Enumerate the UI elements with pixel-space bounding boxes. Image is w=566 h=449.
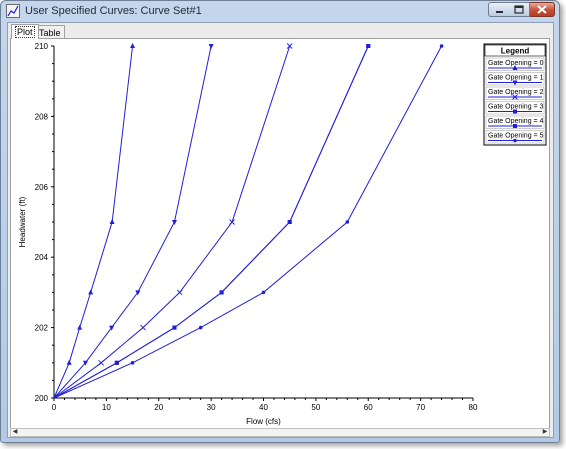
minimize-icon: [496, 11, 503, 13]
x-tick-label: 40: [259, 403, 268, 412]
series-line: [53, 45, 291, 399]
close-icon: [537, 5, 547, 14]
marker-x: [140, 324, 146, 331]
legend-item-label: Gate Opening = 1: [488, 75, 544, 82]
headwater-flow-chart: 0 10 20 30 40 50 60 70 80 200 202 204 206 208 210 Flow …: [18, 42, 547, 426]
marker-x: [176, 289, 183, 296]
marker-dot: [261, 290, 266, 295]
marker-square: [513, 124, 517, 128]
y-axis-label: Headwater (ft): [18, 196, 27, 247]
y-tick-label: 210: [35, 42, 49, 51]
tab-table-label: Table: [39, 28, 61, 38]
scroll-left-icon[interactable]: ◀: [11, 429, 19, 436]
legend-item-label: Gate Opening = 2: [488, 89, 544, 96]
marker-square: [172, 325, 177, 330]
app-window: User Specified Curves: Curve Set#1 Plot …: [0, 0, 560, 443]
close-button[interactable]: [530, 2, 555, 17]
series-line: [53, 45, 212, 399]
series-line: [53, 45, 369, 399]
marker-dot: [198, 325, 203, 330]
x-tick-label: 70: [416, 403, 425, 412]
window-title: User Specified Curves: Curve Set#1: [25, 5, 202, 17]
x-tick-label: 50: [311, 403, 320, 412]
marker-dot: [345, 220, 350, 224]
x-tick-label: 0: [52, 403, 57, 412]
series-3: [53, 44, 371, 399]
marker-x: [229, 219, 235, 225]
x-tick-label: 30: [207, 403, 216, 412]
marker-triangle-up: [77, 324, 83, 330]
x-tick-label: 20: [154, 403, 163, 412]
marker-dot: [513, 138, 517, 143]
marker-x: [98, 359, 104, 366]
series-1: [53, 44, 214, 399]
y-tick-label: 204: [35, 253, 49, 262]
plot-panel: 0 10 20 30 40 50 60 70 80 200 202 204 206 208 210 Flow …: [10, 38, 550, 430]
tab-plot-label: Plot: [15, 26, 35, 38]
x-tick-label: 60: [364, 403, 373, 412]
tab-plot[interactable]: Plot: [11, 24, 39, 39]
marker-dot: [130, 361, 135, 365]
marker-square: [219, 290, 224, 295]
legend-item-label: Gate Opening = 3: [488, 104, 544, 111]
legend: Legend Gate Opening = 0 Gate Opening = 1 Ga…: [483, 43, 547, 146]
marker-square: [287, 220, 292, 224]
legend-item-label: Gate Opening = 5: [488, 133, 544, 140]
legend-item-label: Gate Opening = 4: [488, 118, 544, 125]
app-icon: [6, 4, 20, 18]
marker-triangle-up: [66, 359, 72, 365]
title-bar[interactable]: User Specified Curves: Curve Set#1: [1, 1, 559, 22]
marker-square: [114, 360, 119, 365]
minimize-button[interactable]: [488, 2, 510, 17]
marker-x: [286, 43, 293, 49]
marker-dot: [439, 44, 444, 48]
marker-triangle-up: [109, 219, 115, 224]
marker-triangle-up: [130, 43, 136, 48]
marker-square: [366, 44, 371, 48]
x-axis-label: Flow (cfs): [246, 417, 281, 426]
legend-title: Legend: [501, 47, 530, 56]
y-tick-label: 202: [35, 324, 49, 333]
x-tick-label: 80: [469, 403, 478, 412]
scroll-right-icon[interactable]: ▶: [541, 429, 549, 436]
horizontal-scrollbar[interactable]: ◀ ▶: [10, 428, 550, 437]
legend-item-label: Gate Opening = 0: [488, 60, 544, 67]
marker-triangle-up: [88, 289, 94, 295]
client-area: Plot Table 0 10 20 30 40 50 60 70 80 200 202 204 206…: [7, 22, 554, 438]
x-tick-label: 10: [102, 403, 111, 412]
series-line: [53, 45, 369, 399]
maximize-icon: [514, 5, 524, 14]
marker-square: [513, 109, 517, 114]
marker-triangle-down: [171, 220, 177, 225]
maximize-button[interactable]: [509, 2, 530, 17]
y-tick-label: 206: [35, 183, 49, 192]
y-tick-label: 208: [35, 112, 49, 121]
marker-triangle-down: [208, 44, 214, 49]
y-tick-label: 200: [35, 394, 49, 403]
tab-table[interactable]: Table: [35, 25, 65, 39]
series-4: [53, 44, 371, 399]
series-line: [53, 45, 134, 399]
